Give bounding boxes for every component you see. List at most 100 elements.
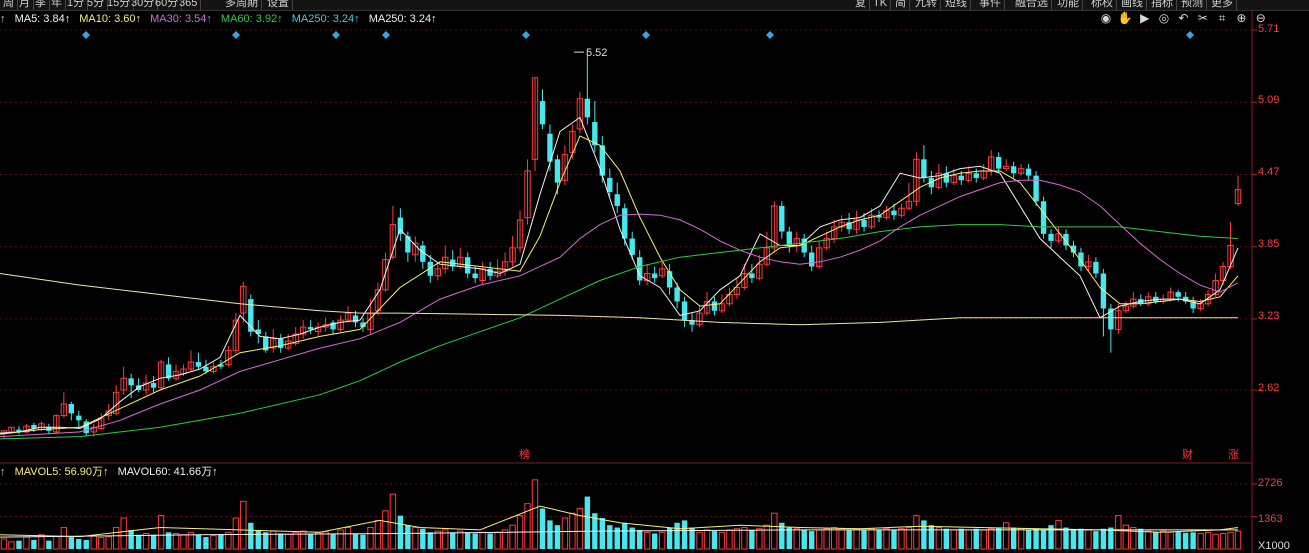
volume-bar-down xyxy=(16,540,22,549)
candle-body-down xyxy=(307,327,314,330)
volume-bar-up xyxy=(434,530,441,550)
candle-body-down xyxy=(614,194,620,206)
moving-average-lines xyxy=(0,116,1239,440)
volume-unit: X1000 xyxy=(1258,540,1290,552)
volume-bar-down xyxy=(995,527,1002,549)
volume-bar-down xyxy=(150,534,157,549)
volume-bar-down xyxy=(203,537,209,549)
volume-bar-up xyxy=(344,527,352,550)
volume-bar-down xyxy=(861,529,867,549)
volume-bar-up xyxy=(741,527,748,550)
candle-body-down xyxy=(150,383,157,388)
volume-bar-down xyxy=(1100,528,1107,549)
legend-ma5: MA5: 3.84↑ xyxy=(14,13,71,25)
volume-bar-up xyxy=(965,529,972,550)
volume-bar-down xyxy=(943,528,950,549)
volume-bar-down xyxy=(622,522,628,549)
volume-bar-down xyxy=(360,534,366,549)
volume-bar-down xyxy=(135,534,142,549)
volume-bar-down xyxy=(487,533,493,549)
crop-icon[interactable]: ⌗ xyxy=(1214,11,1230,26)
scissors-icon[interactable]: ✂ xyxy=(1195,11,1211,25)
volume-bar-up xyxy=(60,527,68,550)
volume-bar-up xyxy=(374,519,382,550)
volume-bar-down xyxy=(1063,527,1069,549)
volume-bar-down xyxy=(637,529,643,549)
volume-bar-down xyxy=(1025,529,1032,549)
candle-body-down xyxy=(1175,292,1181,297)
volume-bar-up xyxy=(988,528,995,550)
volume-bar-up xyxy=(576,507,584,550)
candle-body-down xyxy=(472,273,478,279)
candle-body-down xyxy=(891,210,897,216)
volume-bar-up xyxy=(157,515,165,550)
price-tick: 3.85 xyxy=(1258,238,1280,250)
volume-bar-down xyxy=(68,537,75,549)
volume-bar-down xyxy=(891,529,897,549)
candle-body-down xyxy=(995,156,1002,169)
volume-bar-up xyxy=(1212,533,1219,550)
candle-body-down xyxy=(539,101,546,125)
volume-bar-up xyxy=(1227,531,1234,550)
volume-bar-down xyxy=(1182,532,1189,549)
candle-body-down xyxy=(973,173,979,178)
volume-bar-down xyxy=(599,518,605,549)
volume-bar-up xyxy=(838,528,845,550)
volume-bar-up xyxy=(8,541,15,550)
hand-icon[interactable]: ✋ xyxy=(1117,11,1133,25)
volume-bar-up xyxy=(1197,533,1204,550)
volume-bar-up xyxy=(285,533,292,550)
volume-bar-up xyxy=(509,524,516,550)
volume-bar-up xyxy=(232,517,240,550)
volume-bar-down xyxy=(128,529,134,549)
ma-line-ma30 xyxy=(0,179,1239,438)
volume-bar-up xyxy=(726,529,733,550)
volume-bar-up xyxy=(980,529,987,550)
event-diamond-icon xyxy=(522,31,530,39)
candle-body-down xyxy=(779,205,785,232)
volume-bar-down xyxy=(464,532,471,549)
volume-bar-up xyxy=(733,528,741,550)
volume-bar-down xyxy=(330,534,336,549)
eye-icon[interactable]: ◉ xyxy=(1098,11,1114,25)
volume-bar-up xyxy=(531,479,539,550)
volume-legend: ↑ MAVOL5: 56.90万↑ MAVOL60: 41.66万↑ xyxy=(0,465,224,479)
volume-bar-up xyxy=(240,500,247,550)
volume-bar-down xyxy=(255,529,261,549)
volume-bar-down xyxy=(801,529,807,549)
volume-bar-up xyxy=(643,531,651,550)
ma-line-ma250 xyxy=(0,273,1238,326)
volume-bar-down xyxy=(958,528,964,549)
volume-bar-up xyxy=(883,528,890,550)
volume-bar-down xyxy=(1033,528,1039,549)
legend-ma10: MA10: 3.60↑ xyxy=(79,13,142,25)
zhang-label: 涨 xyxy=(1228,448,1239,461)
volume-bar-up xyxy=(756,528,763,550)
volume-bar-down xyxy=(554,525,561,549)
volume-bar-down xyxy=(547,520,553,549)
candle-body-down xyxy=(921,159,927,178)
volume-bar-up xyxy=(815,529,823,550)
candle-body-down xyxy=(68,403,75,414)
undo-icon[interactable]: ↶ xyxy=(1175,11,1191,25)
candle-body-down xyxy=(607,177,613,192)
high-label: 5.52 xyxy=(586,47,607,59)
candle-body-down xyxy=(584,98,591,118)
zoom-in-icon[interactable]: ⊕ xyxy=(1233,11,1249,25)
volume-bar-up xyxy=(830,527,838,550)
price-tick: 5.71 xyxy=(1258,23,1280,35)
legend-ma250-b: MA250: 3.24↑ xyxy=(368,13,437,25)
candle-body-down xyxy=(128,378,134,386)
volume-bar-down xyxy=(83,539,89,549)
candle-body-down xyxy=(943,173,950,183)
legend-mavol5: MAVOL5: 56.90万↑ xyxy=(14,466,109,478)
volume-bar-up xyxy=(23,536,30,550)
volume-bar-up xyxy=(1115,515,1122,550)
legend-ma30: MA30: 3.54↑ xyxy=(150,13,212,25)
candle-body-down xyxy=(352,315,359,323)
legend-mavol60: MAVOL60: 41.66万↑ xyxy=(117,466,218,478)
volume-bar-down xyxy=(405,525,411,549)
play-icon[interactable]: ▶ xyxy=(1137,11,1153,25)
camera-icon[interactable]: ◎ xyxy=(1156,11,1172,25)
volume-bar-down xyxy=(1190,532,1196,549)
